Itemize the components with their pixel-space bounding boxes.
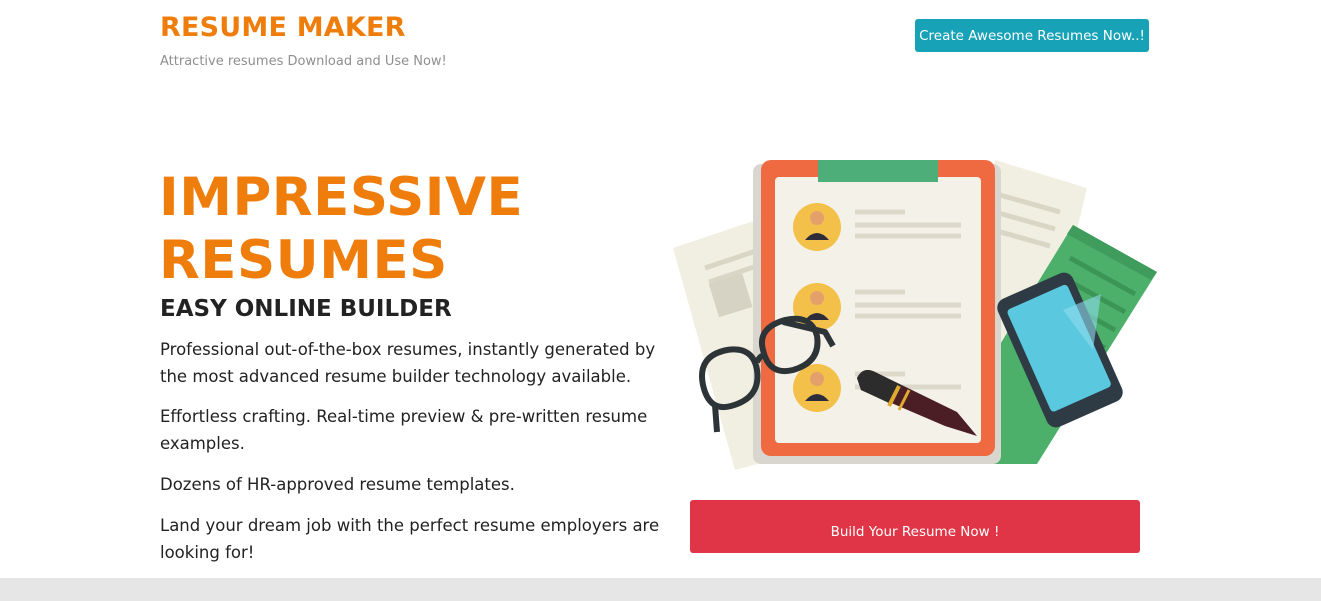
hero-title-line-2: RESUMES <box>159 230 448 291</box>
hero-title: IMPRESSIVE RESUMES <box>159 166 639 292</box>
hero-subtitle: EASY ONLINE BUILDER <box>160 296 452 322</box>
feature-item: Professional out-of-the-box resumes, ins… <box>160 340 656 386</box>
resume-clipboard-illustration <box>673 160 1157 470</box>
clipboard <box>753 160 1001 464</box>
build-resume-button[interactable]: Build Your Resume Now ! <box>690 500 1140 553</box>
feature-item: Dozens of HR-approved resume templates. <box>160 475 515 494</box>
create-resumes-button[interactable]: Create Awesome Resumes Now..! <box>915 19 1149 52</box>
feature-item: Effortless crafting. Real-time preview &… <box>160 407 648 453</box>
brand-title[interactable]: RESUME MAKER <box>160 12 406 43</box>
feature-item: Land your dream job with the perfect res… <box>160 516 660 562</box>
footer-band <box>0 578 1321 601</box>
hero-title-line-1: IMPRESSIVE <box>159 167 524 228</box>
feature-list: Professional out-of-the-box resumes, ins… <box>160 336 660 580</box>
brand-tagline: Attractive resumes Download and Use Now! <box>160 54 447 69</box>
